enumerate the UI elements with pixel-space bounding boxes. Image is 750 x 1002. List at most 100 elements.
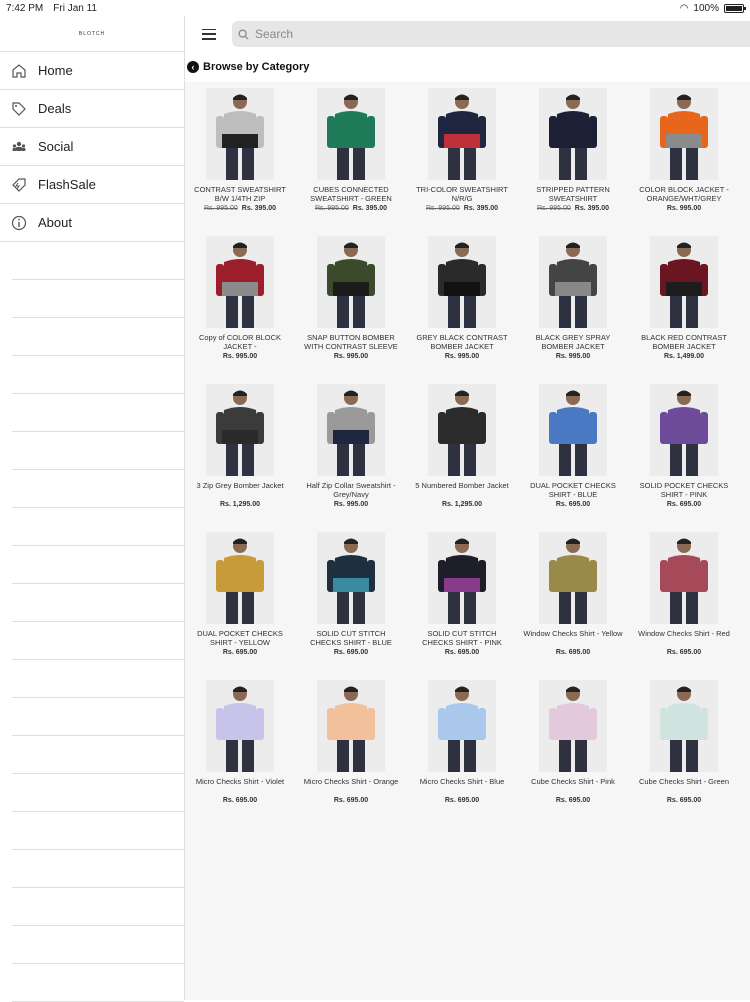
- product-card[interactable]: COLOR BLOCK JACKET - ORANGE/WHT/GREY Rs. …: [631, 88, 737, 212]
- product-photo[interactable]: [317, 532, 385, 624]
- sidebar-item-label: FlashSale: [38, 177, 96, 192]
- product-card[interactable]: DUAL POCKET CHECKS SHIRT - BLUE Rs. 695.0…: [520, 384, 626, 508]
- empty-list-row: [12, 470, 184, 508]
- product-price-row: Rs. 995.00: [520, 353, 626, 360]
- product-card[interactable]: SOLID POCKET CHECKS SHIRT - PINK Rs. 695.…: [631, 384, 737, 508]
- sidebar-item-label: Social: [38, 139, 74, 154]
- empty-list-row: [12, 774, 184, 812]
- product-photo[interactable]: [539, 680, 607, 772]
- product-image: [317, 680, 385, 772]
- product-name: DUAL POCKET CHECKS SHIRT - BLUE: [530, 482, 616, 499]
- empty-list-row: [12, 356, 184, 394]
- product-price-row: Rs. 695.00: [409, 797, 515, 804]
- sidebar-item-flashsale[interactable]: FlashSale: [0, 166, 184, 204]
- product-photo[interactable]: [650, 532, 718, 624]
- product-name: SOLID CUT STITCH CHECKS SHIRT - BLUE: [310, 630, 392, 647]
- status-time: 7:42 PM: [6, 2, 44, 14]
- empty-list-row: [12, 318, 184, 356]
- sidebar-item-label: Home: [38, 63, 73, 78]
- product-photo[interactable]: [206, 88, 274, 180]
- sidebar-item-home[interactable]: Home: [0, 52, 184, 90]
- product-image: [650, 680, 718, 772]
- product-price-row: Rs. 695.00: [631, 501, 737, 508]
- product-card[interactable]: 5 Numbered Bomber Jacket Rs. 1,295.00: [409, 384, 515, 508]
- product-image: [539, 384, 607, 476]
- product-card[interactable]: DUAL POCKET CHECKS SHIRT - YELLOW Rs. 695…: [187, 532, 293, 656]
- product-photo[interactable]: [206, 384, 274, 476]
- product-card[interactable]: Micro Checks Shirt - Orange Rs. 695.00: [298, 680, 404, 804]
- product-card[interactable]: CUBES CONNECTED SWEATSHIRT - GREEN Rs. 99…: [298, 88, 404, 212]
- product-photo[interactable]: [206, 532, 274, 624]
- product-card[interactable]: Window Checks Shirt - Red Rs. 695.00: [631, 532, 737, 656]
- product-card[interactable]: 3 Zip Grey Bomber Jacket Rs. 1,295.00: [187, 384, 293, 508]
- product-photo[interactable]: [428, 236, 496, 328]
- product-price: Rs. 995.00: [222, 353, 258, 360]
- product-photo[interactable]: [650, 88, 718, 180]
- product-photo[interactable]: [428, 384, 496, 476]
- product-photo[interactable]: [428, 680, 496, 772]
- empty-list-row: [12, 736, 184, 774]
- product-name: BLACK GREY SPRAY BOMBER JACKET: [535, 334, 611, 351]
- product-price-row: Rs. 995.00 Rs. 395.00: [520, 205, 626, 212]
- product-name: Cube Checks Shirt - Pink: [531, 778, 615, 786]
- product-card[interactable]: CONTRAST SWEATSHIRT B/W 1/4TH ZIP Rs. 995…: [187, 88, 293, 212]
- search-icon: [238, 28, 249, 40]
- product-price-row: Rs. 1,295.00: [409, 501, 515, 508]
- sidebar-item-label: About: [38, 215, 72, 230]
- product-card[interactable]: TRI-COLOR SWEATSHIRT N/R/G Rs. 995.00 Rs. …: [409, 88, 515, 212]
- product-photo[interactable]: [317, 384, 385, 476]
- product-card[interactable]: SOLID CUT STITCH CHECKS SHIRT - PINK Rs. …: [409, 532, 515, 656]
- product-photo[interactable]: [428, 532, 496, 624]
- product-card[interactable]: Copy of COLOR BLOCK JACKET - Rs. 995.00: [187, 236, 293, 360]
- product-photo[interactable]: [206, 680, 274, 772]
- sidebar-item-label: Deals: [38, 101, 72, 116]
- product-price-row: Rs. 695.00: [520, 649, 626, 656]
- search-input[interactable]: [255, 27, 655, 41]
- product-card[interactable]: BLACK RED CONTRAST BOMBER JACKET Rs. 1,49…: [631, 236, 737, 360]
- product-card[interactable]: Micro Checks Shirt - Violet Rs. 695.00: [187, 680, 293, 804]
- sidebar-item-deals[interactable]: Deals: [0, 90, 184, 128]
- product-image: [428, 532, 496, 624]
- top-bar: [185, 16, 750, 52]
- empty-list-row: [12, 622, 184, 660]
- product-card[interactable]: SOLID CUT STITCH CHECKS SHIRT - BLUE Rs. …: [298, 532, 404, 656]
- product-photo[interactable]: [539, 384, 607, 476]
- product-card[interactable]: STRIPPED PATTERN SWEATSHIRT Rs. 995.00 Rs.…: [520, 88, 626, 212]
- product-card[interactable]: SNAP BUTTON BOMBER WITH CONTRAST SLEEVE R…: [298, 236, 404, 360]
- product-price: Rs. 695.00: [333, 649, 369, 656]
- product-card[interactable]: Window Checks Shirt - Yellow Rs. 695.00: [520, 532, 626, 656]
- search-bar[interactable]: [232, 21, 750, 47]
- product-photo[interactable]: [317, 88, 385, 180]
- product-photo[interactable]: [317, 236, 385, 328]
- product-card[interactable]: Half Zip Collar Sweatshirt - Grey/Navy Rs…: [298, 384, 404, 508]
- product-photo[interactable]: [206, 236, 274, 328]
- product-photo[interactable]: [428, 88, 496, 180]
- product-card[interactable]: Micro Checks Shirt - Blue Rs. 695.00: [409, 680, 515, 804]
- product-card[interactable]: GREY BLACK CONTRAST BOMBER JACKET Rs. 995…: [409, 236, 515, 360]
- product-name: Half Zip Collar Sweatshirt - Grey/Navy: [306, 482, 396, 499]
- product-photo[interactable]: [317, 680, 385, 772]
- product-photo[interactable]: [539, 532, 607, 624]
- empty-list-row: [12, 812, 184, 850]
- product-price: Rs. 695.00: [555, 501, 591, 508]
- product-price: Rs. 695.00: [444, 649, 480, 656]
- product-photo[interactable]: [650, 384, 718, 476]
- empty-list-row: [12, 850, 184, 888]
- product-price: Rs. 995.00: [555, 353, 591, 360]
- product-card[interactable]: Cube Checks Shirt - Pink Rs. 695.00: [520, 680, 626, 804]
- product-image: [428, 88, 496, 180]
- menu-icon[interactable]: [202, 28, 216, 40]
- product-card[interactable]: BLACK GREY SPRAY BOMBER JACKET Rs. 995.00: [520, 236, 626, 360]
- product-photo[interactable]: [539, 236, 607, 328]
- product-photo[interactable]: [539, 88, 607, 180]
- product-price-row: Rs. 995.00 Rs. 395.00: [409, 205, 515, 212]
- product-name: CUBES CONNECTED SWEATSHIRT - GREEN: [310, 186, 392, 203]
- back-icon[interactable]: ‹: [187, 61, 199, 73]
- product-photo[interactable]: [650, 680, 718, 772]
- product-price-row: Rs. 995.00: [409, 353, 515, 360]
- sidebar-item-about[interactable]: About: [0, 204, 184, 242]
- product-price-row: Rs. 995.00: [187, 353, 293, 360]
- sidebar-item-social[interactable]: Social: [0, 128, 184, 166]
- product-card[interactable]: Cube Checks Shirt - Green Rs. 695.00: [631, 680, 737, 804]
- product-photo[interactable]: [650, 236, 718, 328]
